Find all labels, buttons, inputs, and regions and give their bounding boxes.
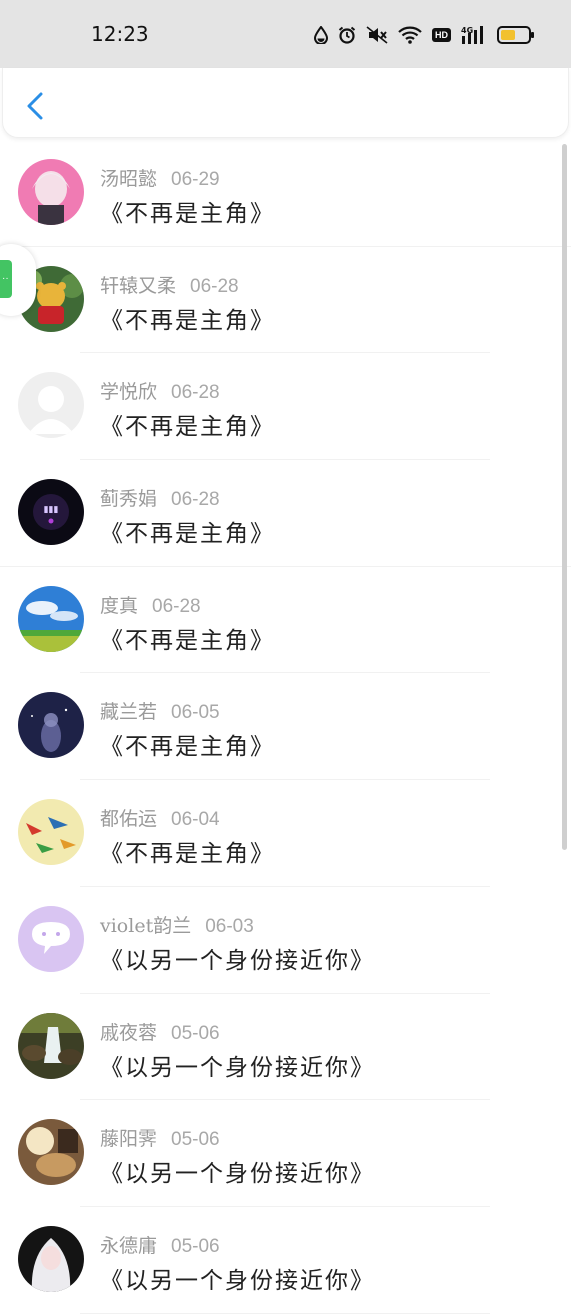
item-date: 05-06 bbox=[171, 1129, 220, 1151]
list-item[interactable]: 藏兰若 06-05 《不再是主角》 bbox=[0, 673, 571, 781]
avatar[interactable]: ▮▮▮ bbox=[18, 479, 84, 546]
status-bar: 12:23 HD 4G bbox=[0, 0, 571, 68]
list: 汤昭懿 06-29 《不再是主角》 轩辕又柔 06-28 《不再是主角》 学悦欣 06-28 《… bbox=[0, 140, 571, 1314]
name-line: 藤阳霁 05-06 bbox=[100, 1124, 220, 1151]
item-date: 06-28 bbox=[171, 382, 220, 404]
item-title: 《不再是主角》 bbox=[100, 627, 275, 654]
item-title: 《不再是主角》 bbox=[100, 521, 275, 548]
user-name: 藤阳霁 bbox=[100, 1128, 158, 1151]
floating-handle-tab[interactable]: ·· bbox=[0, 260, 12, 298]
wifi-icon bbox=[398, 26, 422, 44]
item-date: 06-28 bbox=[190, 275, 239, 297]
name-line: 永德庸 05-06 bbox=[100, 1231, 220, 1258]
item-title: 《以另一个身份接近你》 bbox=[100, 947, 375, 974]
mute-icon bbox=[366, 26, 388, 44]
avatar[interactable] bbox=[18, 372, 84, 439]
item-date: 06-03 bbox=[205, 915, 254, 937]
avatar[interactable] bbox=[18, 159, 84, 225]
list-item[interactable]: 学悦欣 06-28 《不再是主角》 bbox=[0, 353, 571, 461]
scrollbar[interactable] bbox=[562, 144, 567, 850]
signal-icon: 4G bbox=[461, 26, 483, 44]
list-item[interactable]: 度真 06-28 《不再是主角》 bbox=[0, 567, 571, 674]
list-item[interactable]: 永德庸 05-06 《以另一个身份接近你》 bbox=[0, 1207, 571, 1314]
item-date: 05-06 bbox=[171, 1235, 220, 1257]
name-line: 都佑运 06-04 bbox=[100, 804, 220, 831]
user-name: 度真 bbox=[100, 594, 139, 617]
avatar[interactable] bbox=[18, 1225, 84, 1292]
user-name: 戚夜蓉 bbox=[100, 1021, 158, 1044]
hd-icon: HD bbox=[432, 28, 451, 42]
svg-text:▮▮▮: ▮▮▮ bbox=[44, 505, 59, 515]
avatar[interactable] bbox=[18, 1119, 84, 1186]
item-date: 06-04 bbox=[171, 809, 220, 831]
name-line: 轩辕又柔 06-28 bbox=[100, 271, 239, 298]
name-line: 学悦欣 06-28 bbox=[100, 377, 220, 404]
user-name: 都佑运 bbox=[100, 808, 158, 831]
item-title: 《不再是主角》 bbox=[100, 414, 275, 441]
user-name: 学悦欣 bbox=[100, 381, 158, 404]
status-icons: HD 4G bbox=[314, 22, 534, 48]
item-date: 06-28 bbox=[171, 489, 220, 511]
name-line: 戚夜蓉 05-06 bbox=[100, 1018, 220, 1045]
list-item[interactable]: 轩辕又柔 06-28 《不再是主角》 bbox=[0, 247, 571, 354]
user-name: 轩辕又柔 bbox=[100, 274, 177, 297]
user-name: 蓟秀娟 bbox=[100, 488, 158, 511]
item-title: 《以另一个身份接近你》 bbox=[100, 1054, 375, 1081]
status-time: 12:23 bbox=[91, 22, 149, 46]
drop-icon bbox=[314, 26, 328, 44]
name-line: 度真 06-28 bbox=[100, 591, 201, 618]
item-title: 《不再是主角》 bbox=[100, 307, 275, 334]
list-item[interactable]: 汤昭懿 06-29 《不再是主角》 bbox=[0, 140, 571, 247]
item-title: 《不再是主角》 bbox=[100, 734, 275, 761]
top-nav-bar bbox=[2, 68, 569, 138]
name-line: 蓟秀娟 06-28 bbox=[100, 484, 220, 511]
item-date: 06-05 bbox=[171, 702, 220, 724]
avatar[interactable] bbox=[18, 1012, 84, 1079]
item-title: 《以另一个身份接近你》 bbox=[100, 1161, 375, 1188]
user-name: 藏兰若 bbox=[100, 701, 158, 724]
divider bbox=[80, 1312, 490, 1314]
battery-fill bbox=[501, 30, 515, 40]
svg-text:4G: 4G bbox=[461, 26, 473, 35]
item-date: 05-06 bbox=[171, 1022, 220, 1044]
name-line: 汤昭懿 06-29 bbox=[100, 164, 220, 191]
chevron-left-icon[interactable] bbox=[21, 90, 49, 122]
list-item[interactable]: 藤阳霁 05-06 《以另一个身份接近你》 bbox=[0, 1100, 571, 1207]
avatar[interactable] bbox=[18, 585, 84, 652]
avatar[interactable] bbox=[18, 905, 84, 972]
list-item[interactable]: 都佑运 06-04 《不再是主角》 bbox=[0, 780, 571, 887]
item-title: 《不再是主角》 bbox=[100, 201, 275, 227]
list-item[interactable]: 戚夜蓉 05-06 《以另一个身份接近你》 bbox=[0, 994, 571, 1101]
battery-icon bbox=[497, 26, 534, 44]
item-title: 《不再是主角》 bbox=[100, 841, 275, 868]
user-name: 永德庸 bbox=[100, 1234, 158, 1257]
list-item[interactable]: ▮▮▮ 蓟秀娟 06-28 《不再是主角》 bbox=[0, 460, 571, 567]
item-date: 06-28 bbox=[152, 595, 201, 617]
list-item[interactable]: violet韵兰 06-03 《以另一个身份接近你》 bbox=[0, 887, 571, 994]
avatar[interactable] bbox=[18, 799, 84, 866]
alarm-icon bbox=[338, 26, 356, 44]
name-line: violet韵兰 06-03 bbox=[100, 911, 254, 938]
item-date: 06-29 bbox=[171, 169, 220, 190]
user-name: 汤昭懿 bbox=[100, 168, 158, 190]
floating-handle[interactable]: ·· bbox=[0, 244, 36, 316]
item-title: 《以另一个身份接近你》 bbox=[100, 1267, 375, 1294]
avatar[interactable] bbox=[18, 692, 84, 759]
name-line: 藏兰若 06-05 bbox=[100, 697, 220, 724]
user-name: violet韵兰 bbox=[100, 914, 192, 937]
